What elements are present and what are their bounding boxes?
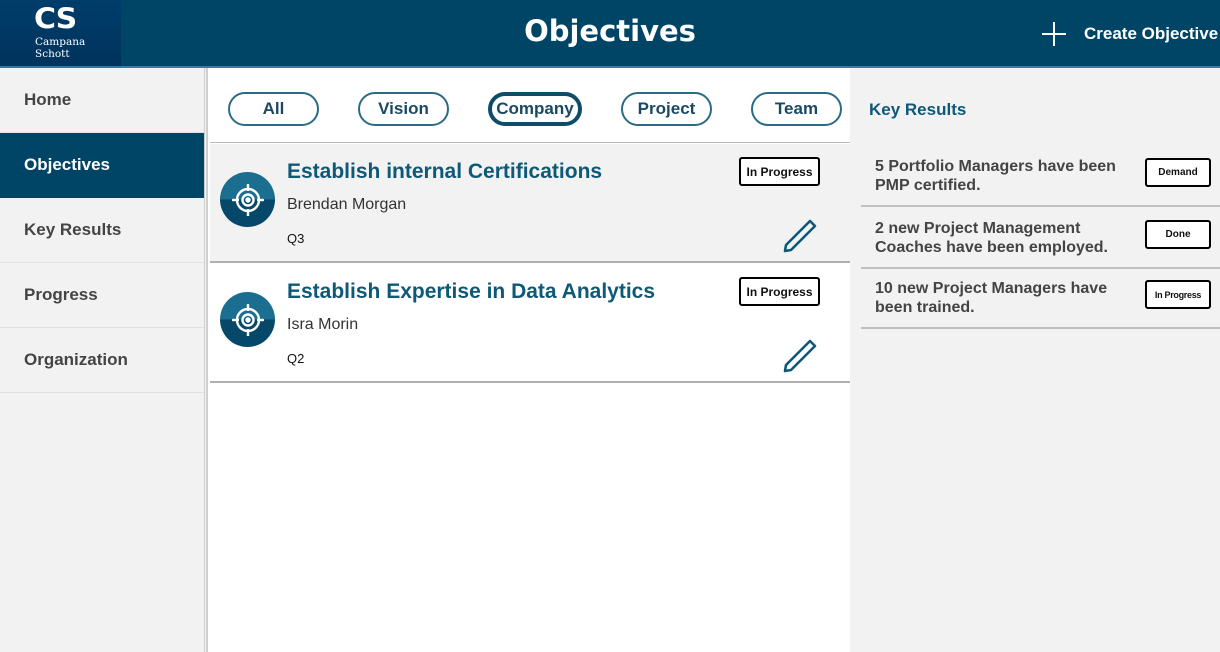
key-results-panel: Key Results 5 Portfolio Managers have be… xyxy=(850,68,1220,652)
app-header: CS Campana Schott Objectives Create Obje… xyxy=(0,0,1220,68)
objective-quarter: Q2 xyxy=(287,351,305,366)
logo-line-1: Campana xyxy=(35,36,86,48)
filter-chip-vision[interactable]: Vision xyxy=(358,92,449,126)
sidebar-item-label: Progress xyxy=(24,285,98,304)
filter-chip-all[interactable]: All xyxy=(228,92,319,126)
objective-card[interactable]: Establish internal Certifications Brenda… xyxy=(210,144,852,263)
key-result-item[interactable]: 10 new Project Managers have been traine… xyxy=(861,269,1220,329)
target-icon xyxy=(220,172,275,227)
plus-icon xyxy=(1036,16,1072,52)
objectives-list-panel: All Vision Company Project Team Establis… xyxy=(206,68,852,652)
sidebar-item-label: Key Results xyxy=(24,220,122,239)
sidebar-item-organization[interactable]: Organization xyxy=(0,328,204,393)
logo-line-2: Schott xyxy=(35,48,70,60)
filter-chip-company[interactable]: Company xyxy=(488,92,582,126)
key-result-text: 5 Portfolio Managers have been PMP certi… xyxy=(875,158,1116,194)
filter-chips: All Vision Company Project Team xyxy=(228,92,842,126)
sidebar-item-label: Home xyxy=(24,90,72,109)
status-badge: In Progress xyxy=(739,157,820,186)
pencil-icon[interactable] xyxy=(782,218,818,254)
logo-mark: CS xyxy=(34,2,77,37)
filter-chip-project[interactable]: Project xyxy=(621,92,712,126)
objective-quarter: Q3 xyxy=(287,231,305,246)
objective-owner: Isra Morin xyxy=(287,316,359,333)
key-result-item[interactable]: 2 new Project Management Coaches have be… xyxy=(861,209,1220,269)
company-logo[interactable]: CS Campana Schott xyxy=(0,0,121,68)
logo-text: Campana Schott xyxy=(35,36,85,60)
sidebar-item-label: Organization xyxy=(24,350,128,369)
objective-owner: Brendan Morgan xyxy=(287,196,407,213)
sidebar-item-progress[interactable]: Progress xyxy=(0,263,204,328)
create-objective-label: Create Objective xyxy=(1084,24,1219,43)
key-result-text: 10 new Project Managers have been traine… xyxy=(875,280,1108,316)
objective-title[interactable]: Establish Expertise in Data Analytics xyxy=(287,280,655,304)
filter-divider xyxy=(210,142,850,143)
sidebar-item-label: Objectives xyxy=(24,155,110,174)
status-badge: Demand xyxy=(1145,158,1211,187)
sidebar-item-home[interactable]: Home xyxy=(0,68,204,133)
create-objective-button[interactable]: Create Objective xyxy=(1036,14,1218,54)
objective-title[interactable]: Establish internal Certifications xyxy=(287,160,602,184)
key-result-item[interactable]: 5 Portfolio Managers have been PMP certi… xyxy=(861,147,1220,207)
objective-card[interactable]: Establish Expertise in Data Analytics Is… xyxy=(210,264,852,383)
target-icon xyxy=(220,292,275,347)
pencil-icon[interactable] xyxy=(782,338,818,374)
key-results-heading: Key Results xyxy=(869,100,967,119)
status-badge: In Progress xyxy=(1145,280,1211,309)
sidebar-nav: Home Objectives Key Results Progress Org… xyxy=(0,68,205,652)
key-result-text: 2 new Project Management Coaches have be… xyxy=(875,220,1108,256)
sidebar-item-key-results[interactable]: Key Results xyxy=(0,198,204,263)
filter-chip-team[interactable]: Team xyxy=(751,92,842,126)
status-badge: Done xyxy=(1145,220,1211,249)
status-badge: In Progress xyxy=(739,277,820,306)
sidebar-item-objectives[interactable]: Objectives xyxy=(0,133,204,198)
